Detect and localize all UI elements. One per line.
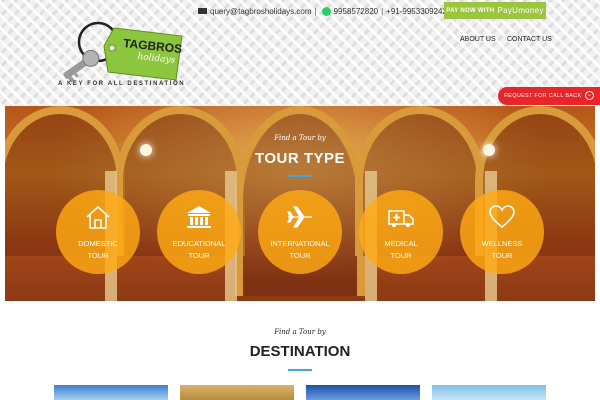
tour-wellness[interactable]: WELLNESS TOUR xyxy=(460,190,544,274)
destination-title: DESTINATION xyxy=(249,343,351,360)
hero-title: TOUR TYPE xyxy=(254,150,346,167)
pay-now-label: PAY NOW WITH xyxy=(446,7,495,14)
pay-now-button[interactable]: PAY NOW WITH PayUmoney xyxy=(444,2,546,19)
separator: | xyxy=(381,6,384,16)
whatsapp-number[interactable]: 9958572820 xyxy=(334,7,379,16)
home-icon xyxy=(86,205,110,229)
tour-label: DOMESTIC TOUR xyxy=(78,239,118,260)
separator: | xyxy=(314,6,317,16)
payumoney-logo: PayUmoney xyxy=(497,6,544,15)
tour-label: INTERNATIONAL TOUR xyxy=(270,239,330,260)
destination-thumb[interactable] xyxy=(306,385,420,400)
tour-domestic[interactable]: DOMESTIC TOUR xyxy=(56,190,140,274)
institution-icon xyxy=(187,206,211,228)
destination-thumb[interactable] xyxy=(180,385,294,400)
nav-contact-us[interactable]: CONTACT US xyxy=(507,36,552,43)
hero-subtitle: Find a Tour by xyxy=(274,134,326,142)
brand-logo[interactable]: TAGBROS holidays xyxy=(58,18,188,90)
destination-thumb[interactable] xyxy=(54,385,168,400)
tour-label: WELLNESS TOUR xyxy=(481,239,523,260)
request-callback-button[interactable]: REQUEST FOR CALL BACK ⌄ xyxy=(498,87,600,105)
airplane-icon xyxy=(287,206,312,228)
email-link[interactable]: query@tagbrosholidays.com xyxy=(210,7,312,16)
title-underline xyxy=(288,369,312,371)
tour-medical[interactable]: MEDICAL TOUR xyxy=(359,190,443,274)
tour-label: MEDICAL TOUR xyxy=(384,239,418,260)
destination-subtitle: Find a Tour by xyxy=(274,328,326,336)
destination-thumb[interactable] xyxy=(432,385,546,400)
tour-international[interactable]: INTERNATIONAL TOUR xyxy=(258,190,342,274)
heart-icon xyxy=(489,205,515,229)
callback-label: REQUEST FOR CALL BACK xyxy=(504,93,582,99)
chevron-down-icon: ⌄ xyxy=(585,91,594,100)
tour-label: EDUCATIONAL TOUR xyxy=(172,239,226,260)
nav-about-us[interactable]: ABOUT US xyxy=(460,36,496,43)
title-underline xyxy=(288,175,312,177)
ambulance-icon xyxy=(388,210,414,228)
mail-icon xyxy=(198,8,207,14)
logo-tagline: A KEY FOR ALL DESTINATION xyxy=(58,81,186,87)
whatsapp-icon xyxy=(321,6,331,16)
tour-educational[interactable]: EDUCATIONAL TOUR xyxy=(157,190,241,274)
